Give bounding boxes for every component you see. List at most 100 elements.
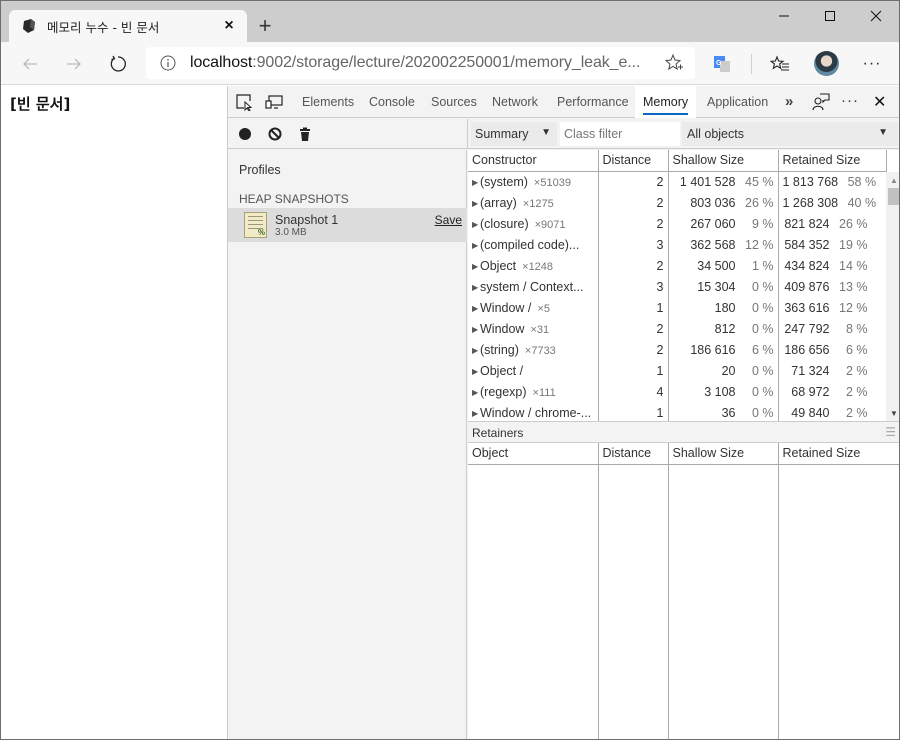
constructor-cell[interactable]: ▶ (closure) ×9071 — [468, 213, 599, 234]
window-close-icon[interactable] — [853, 1, 899, 31]
scroll-down-icon[interactable]: ▼ — [890, 409, 898, 418]
reload-icon[interactable] — [103, 49, 133, 79]
expand-triangle-icon[interactable]: ▶ — [472, 220, 480, 229]
devtools-menu-icon[interactable]: ··· — [841, 92, 859, 109]
table-row[interactable]: ▶ (closure) ×9071 2 267 060 9 % 821 824 26 % — [468, 213, 887, 234]
feedback-icon[interactable] — [812, 93, 830, 111]
expand-triangle-icon[interactable]: ▶ — [472, 388, 480, 397]
translate-icon[interactable]: G — [711, 53, 733, 75]
distance-cell: 2 — [598, 318, 669, 339]
favorite-star-icon[interactable] — [664, 53, 684, 73]
info-icon[interactable] — [160, 55, 176, 71]
clear-all-icon[interactable] — [267, 126, 283, 142]
tab-close-icon[interactable]: × — [217, 14, 241, 38]
resize-handle-icon[interactable]: ☰ — [885, 425, 896, 439]
expand-triangle-icon[interactable]: ▶ — [472, 325, 480, 334]
shallow-size-percent: 26 % — [745, 195, 774, 210]
table-row[interactable]: ▶ Object ×1248 2 34 500 1 % 434 824 14 % — [468, 255, 887, 276]
expand-triangle-icon[interactable]: ▶ — [472, 346, 480, 355]
table-row[interactable]: ▶ (regexp) ×111 4 3 108 0 % 68 972 2 % — [468, 381, 887, 402]
snapshot-item[interactable]: % Snapshot 1 3.0 MB Save — [228, 208, 467, 242]
table-row[interactable]: ▶ Object /1 20 0 % 71 324 2 % — [468, 360, 887, 381]
tab-console[interactable]: Console — [361, 86, 423, 118]
more-tabs-icon[interactable]: » — [785, 93, 793, 110]
collect-garbage-icon[interactable] — [297, 126, 313, 142]
devtools-close-icon[interactable]: ✕ — [873, 92, 886, 112]
constructor-cell[interactable]: ▶ Window / ×5 — [468, 297, 599, 318]
expand-triangle-icon[interactable]: ▶ — [472, 241, 480, 250]
view-select[interactable]: Summary ▼ — [471, 122, 557, 146]
constructor-name: Object / — [480, 363, 524, 378]
table-row[interactable]: ▶ Window ×31 2 812 0 % 247 792 8 % — [468, 318, 887, 339]
expand-triangle-icon[interactable]: ▶ — [472, 262, 480, 271]
profiles-sidebar: Profiles HEAP SNAPSHOTS % Snapshot 1 3.0… — [228, 150, 467, 739]
table-row[interactable]: ▶ system / Context... 3 15 304 0 % 409 876 13 … — [468, 276, 887, 297]
minimize-icon[interactable] — [761, 1, 807, 31]
col-object[interactable]: Object — [468, 443, 599, 465]
expand-triangle-icon[interactable]: ▶ — [472, 199, 480, 208]
shallow-size-percent: 0 % — [751, 363, 774, 378]
constructor-cell[interactable]: ▶ Object ×1248 — [468, 255, 599, 276]
address-bar[interactable]: localhost:9002/storage/lecture/202002250… — [146, 47, 695, 79]
constructor-cell[interactable]: ▶ Object / — [468, 360, 599, 381]
expand-triangle-icon[interactable]: ▶ — [472, 283, 480, 292]
table-row[interactable]: ▶ Window / chrome-... 1 36 0 % 49 840 2 % — [468, 402, 887, 421]
tab-memory[interactable]: Memory — [635, 86, 697, 118]
more-icon[interactable]: ··· — [861, 53, 883, 75]
url-text[interactable]: localhost:9002/storage/lecture/202002250… — [190, 54, 664, 72]
expand-triangle-icon[interactable]: ▶ — [472, 178, 480, 187]
constructor-cell[interactable]: ▶ Window / chrome-... — [468, 402, 599, 421]
tab-performance[interactable]: Performance — [549, 86, 637, 118]
device-emulation-icon[interactable] — [265, 93, 283, 111]
expand-triangle-icon[interactable]: ▶ — [472, 367, 480, 376]
retained-size-percent: 8 % — [845, 321, 868, 336]
tab-network[interactable]: Network — [484, 86, 546, 118]
expand-triangle-icon[interactable]: ▶ — [472, 409, 480, 418]
constructor-cell[interactable]: ▶ (compiled code)... — [468, 234, 599, 255]
favorites-icon[interactable] — [769, 53, 791, 75]
col-retained-size[interactable]: Retained Size — [778, 150, 887, 172]
shallow-size-cell: 15 304 0 % — [668, 276, 779, 297]
col-retained-size[interactable]: Retained Size — [778, 443, 899, 465]
tab-elements[interactable]: Elements — [294, 86, 362, 118]
constructor-cell[interactable]: ▶ (array) ×1275 — [468, 192, 599, 213]
table-row[interactable]: ▶ Window / ×5 1 180 0 % 363 616 12 % — [468, 297, 887, 318]
constructor-cell[interactable]: ▶ Window ×31 — [468, 318, 599, 339]
tab-sources[interactable]: Sources — [423, 86, 485, 118]
constructor-cell[interactable]: ▶ (string) ×7733 — [468, 339, 599, 360]
constructor-cell[interactable]: ▶ (regexp) ×111 — [468, 381, 599, 402]
save-snapshot-link[interactable]: Save — [435, 213, 462, 227]
expand-triangle-icon[interactable]: ▶ — [472, 304, 480, 313]
maximize-icon[interactable] — [807, 1, 853, 31]
summary-scrollbar[interactable]: ▲ ▼ — [886, 172, 899, 421]
class-filter-input[interactable] — [560, 122, 680, 146]
back-icon[interactable] — [15, 49, 45, 79]
retainers-header-row: Object Distance Shallow Size Retained Si… — [468, 443, 899, 465]
url-path: :9002/storage/lecture/202002250001/memor… — [252, 54, 641, 71]
table-row[interactable]: ▶ (array) ×1275 2 803 036 26 % 1 268 308 40 % — [468, 192, 887, 213]
table-row[interactable]: ▶ (system) ×51039 2 1 401 528 45 % 1 813 768 58… — [468, 171, 887, 192]
table-row[interactable]: ▶ (string) ×7733 2 186 616 6 % 186 656 6 % — [468, 339, 887, 360]
retainers-header[interactable]: Retainers ☰ — [468, 422, 899, 443]
col-distance[interactable]: Distance — [598, 150, 669, 172]
distance-cell: 3 — [598, 234, 669, 255]
record-icon[interactable] — [237, 126, 253, 142]
col-distance[interactable]: Distance — [598, 443, 669, 465]
constructor-cell[interactable]: ▶ (system) ×51039 — [468, 171, 599, 192]
constructor-cell[interactable]: ▶ system / Context... — [468, 276, 599, 297]
retained-size-percent: 13 % — [839, 279, 868, 294]
table-row[interactable]: ▶ (compiled code)... 3 362 568 12 % 584 352 19… — [468, 234, 887, 255]
col-shallow-size[interactable]: Shallow Size — [668, 150, 779, 172]
browser-tab[interactable]: 메모리 누수 - 빈 문서 × — [9, 10, 247, 42]
retained-size-cell: 363 616 12 % — [778, 297, 887, 318]
tab-application[interactable]: Application — [699, 86, 776, 118]
scroll-up-icon[interactable]: ▲ — [890, 176, 898, 185]
col-constructor[interactable]: Constructor — [468, 150, 599, 172]
objects-select[interactable]: All objects ▼ — [682, 122, 898, 146]
inspect-element-icon[interactable] — [235, 93, 253, 111]
scroll-thumb[interactable] — [888, 188, 899, 205]
col-shallow-size[interactable]: Shallow Size — [668, 443, 779, 465]
new-tab-button[interactable]: + — [253, 13, 277, 38]
forward-icon[interactable] — [59, 49, 89, 79]
avatar[interactable] — [814, 51, 839, 76]
